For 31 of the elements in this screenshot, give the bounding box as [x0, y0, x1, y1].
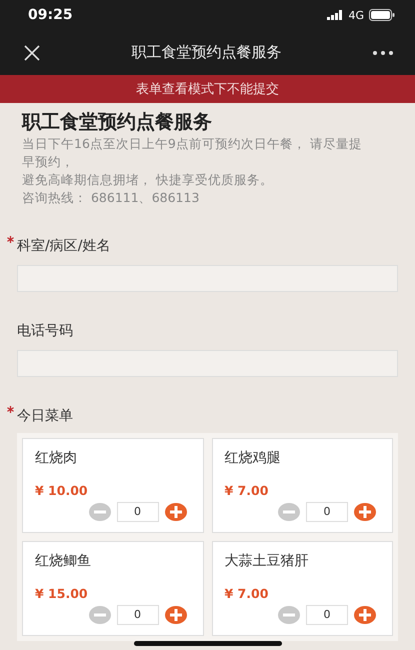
dish-name: 红烧鸡腿 — [224, 449, 280, 467]
form-description: 避免高峰期信息拥堵， 快捷享受优质服务。 — [22, 171, 274, 189]
quantity-field[interactable]: 0 — [116, 502, 158, 522]
quantity-field[interactable]: 0 — [306, 605, 348, 625]
network-label: 4G — [348, 8, 364, 22]
dish-name: 大蒜土豆猪肝 — [224, 552, 308, 570]
dish-price: ¥ 7.00 — [224, 483, 268, 498]
plus-icon[interactable] — [164, 503, 186, 521]
plus-icon[interactable] — [354, 503, 376, 521]
quantity-field[interactable]: 0 — [116, 605, 158, 625]
signal-icon — [327, 10, 344, 20]
plus-icon[interactable] — [164, 606, 186, 624]
form-description: 咨询热线： 686111、686113 — [22, 189, 200, 207]
warning-banner: 表单查看模式下不能提交 — [0, 75, 415, 103]
field-label: 今日菜单 — [17, 407, 73, 425]
form-title: 职工食堂预约点餐服务 — [22, 110, 213, 135]
plus-icon[interactable] — [354, 606, 376, 624]
more-icon[interactable] — [373, 50, 393, 54]
dish-price: ¥ 15.00 — [35, 586, 88, 601]
field-label: 科室/病区/姓名 — [17, 237, 110, 255]
page-title: 职工食堂预约点餐服务 — [132, 43, 282, 62]
quantity-field[interactable]: 0 — [306, 502, 348, 522]
dish-price: ¥ 10.00 — [35, 483, 88, 498]
close-icon[interactable] — [24, 44, 40, 60]
dish-name: 红烧鲫鱼 — [35, 552, 91, 570]
battery-icon — [369, 9, 395, 21]
form-description: 当日下午16点至次日上午9点前可预约次日午餐， 请尽量提早预约， — [22, 135, 362, 171]
dish-name: 红烧肉 — [35, 449, 77, 467]
dish-price: ¥ 7.00 — [224, 586, 268, 601]
field-label: 电话号码 — [17, 322, 73, 340]
status-time: 09:25 — [28, 7, 73, 23]
